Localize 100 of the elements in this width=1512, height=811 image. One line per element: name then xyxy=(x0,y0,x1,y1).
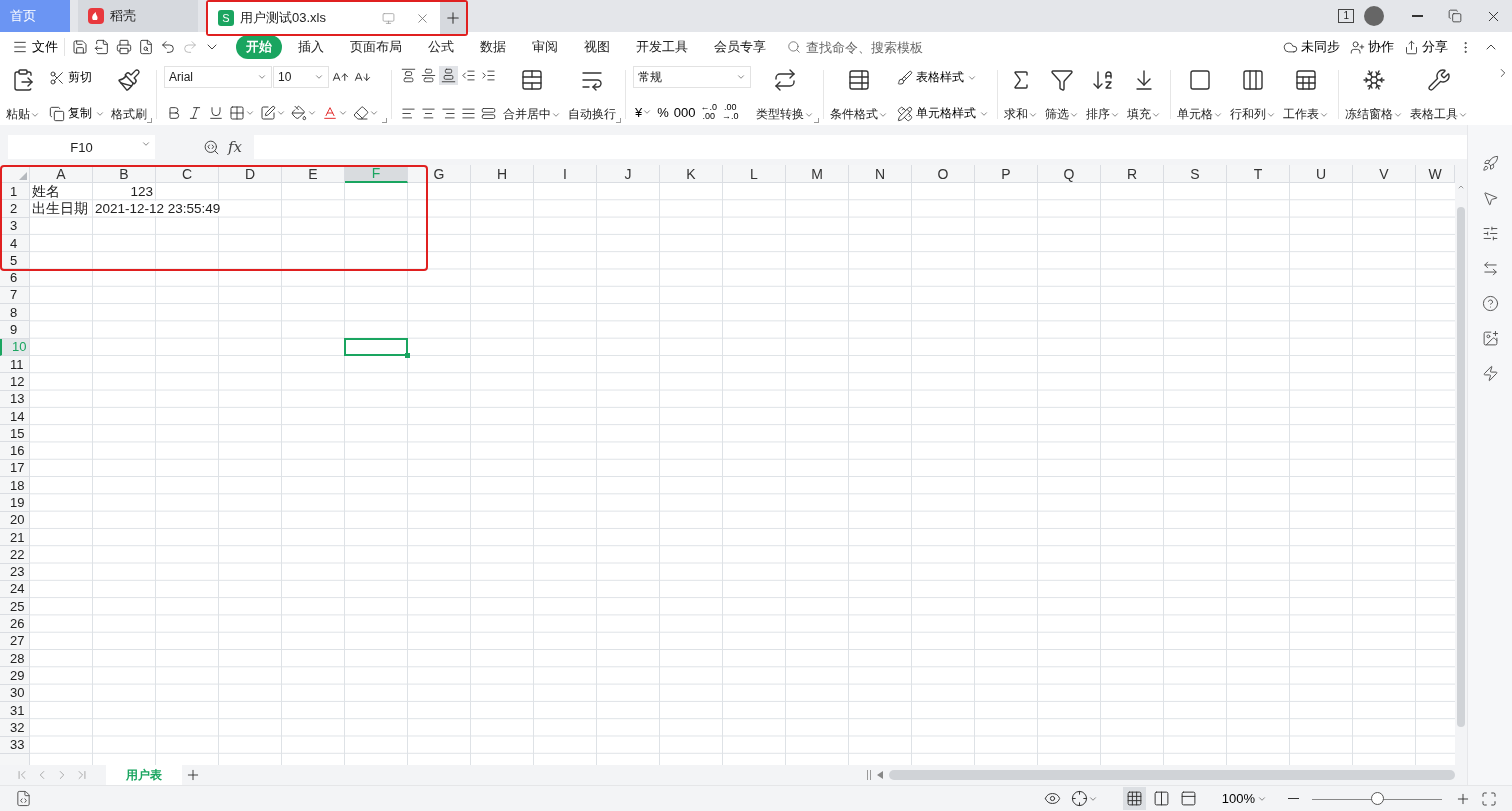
slider-thumb[interactable] xyxy=(1371,791,1384,805)
number-format-select[interactable]: 常规 xyxy=(633,66,751,88)
number-format-button[interactable]: .00 →.0 xyxy=(720,101,741,123)
number-format-button[interactable]: 000 xyxy=(671,102,698,122)
row-header[interactable]: 15 xyxy=(0,425,30,443)
align-button[interactable] xyxy=(419,66,438,85)
window-count[interactable]: 1 xyxy=(1338,9,1354,23)
name-box[interactable]: F10 xyxy=(8,135,155,159)
ribbon-button[interactable]: 自动换行 xyxy=(566,66,618,123)
toolbar-action[interactable]: 分享 xyxy=(1399,38,1453,56)
ribbon-tab[interactable]: 视图 xyxy=(574,35,620,59)
row-header[interactable]: 19 xyxy=(0,494,30,512)
ribbon-button[interactable]: 工作表 xyxy=(1281,66,1331,123)
row-header[interactable]: 5 xyxy=(0,252,30,270)
selected-cell[interactable] xyxy=(344,337,408,356)
column-header[interactable]: I xyxy=(534,165,597,183)
new-tab-button[interactable] xyxy=(440,2,466,34)
row-header[interactable]: 26 xyxy=(0,615,30,633)
row-header[interactable]: 29 xyxy=(0,667,30,685)
sidebar-button[interactable] xyxy=(1481,225,1499,242)
align-button[interactable] xyxy=(399,66,418,85)
ribbon-tab[interactable]: 公式 xyxy=(418,35,464,59)
launcher-icon[interactable] xyxy=(616,118,621,123)
column-header[interactable]: J xyxy=(597,165,660,183)
search-field[interactable]: 查找命令、搜索模板 xyxy=(804,38,954,56)
number-format-button[interactable]: ←.0 .00 xyxy=(698,101,719,123)
ribbon-button[interactable]: 冻结窗格 xyxy=(1343,66,1405,123)
zoom-select[interactable]: 100% xyxy=(1215,790,1273,807)
row-header[interactable]: 1 xyxy=(0,183,30,201)
column-header[interactable]: V xyxy=(1353,165,1416,183)
ribbon-tab[interactable]: 插入 xyxy=(288,35,334,59)
ribbon-button[interactable]: 填充 xyxy=(1125,66,1163,123)
column-header[interactable]: P xyxy=(975,165,1038,183)
ribbon-button[interactable]: 条件格式 xyxy=(828,66,890,123)
ribbon-button[interactable]: 表格工具 xyxy=(1408,66,1470,123)
row-header[interactable]: 8 xyxy=(0,304,30,322)
column-header[interactable]: H xyxy=(471,165,534,183)
ribbon-button[interactable]: 类型转换 xyxy=(754,66,816,123)
ribbon-button[interactable]: 粘贴 xyxy=(4,66,42,123)
column-header[interactable]: O xyxy=(912,165,975,183)
column-header[interactable]: G xyxy=(408,165,471,183)
sidebar-button[interactable] xyxy=(1481,260,1499,277)
scroll-left-icon[interactable] xyxy=(877,771,883,779)
formula-field[interactable] xyxy=(254,135,1467,159)
row-header[interactable]: 16 xyxy=(0,442,30,460)
column-header[interactable]: Q xyxy=(1038,165,1101,183)
row-header[interactable]: 25 xyxy=(0,598,30,616)
ribbon-button[interactable]: 表格样式 xyxy=(895,68,991,87)
launcher-icon[interactable] xyxy=(814,118,819,123)
ribbon-button[interactable]: 格式刷 xyxy=(109,66,149,123)
row-header[interactable]: 28 xyxy=(0,650,30,668)
toolbar-action[interactable]: 未同步 xyxy=(1278,38,1345,56)
ribbon-tab[interactable]: 页面布局 xyxy=(340,35,412,59)
ribbon-button[interactable]: 筛选 xyxy=(1043,66,1081,123)
column-header[interactable]: U xyxy=(1290,165,1353,183)
document-tab[interactable]: S 用户测试03.xls xyxy=(208,2,440,34)
launcher-icon[interactable] xyxy=(147,118,152,123)
column-header[interactable]: M xyxy=(786,165,849,183)
ribbon-button[interactable]: 合并居中 xyxy=(501,66,563,123)
ribbon-button[interactable]: 复制 xyxy=(47,104,107,123)
column-header[interactable]: L xyxy=(723,165,786,183)
column-header[interactable]: T xyxy=(1227,165,1290,183)
launcher-icon[interactable] xyxy=(382,118,387,123)
view-mode-button[interactable] xyxy=(1122,787,1146,810)
sidebar-button[interactable] xyxy=(1481,190,1499,207)
ribbon-button[interactable]: 行和列 xyxy=(1228,66,1278,123)
font-select[interactable]: Arial xyxy=(164,66,272,88)
row-header[interactable]: 2 xyxy=(0,200,30,218)
ribbon-tab[interactable]: 数据 xyxy=(470,35,516,59)
toolbar-action[interactable]: 协作 xyxy=(1345,38,1399,56)
file-menu[interactable]: 文件 xyxy=(8,38,65,56)
ribbon-button[interactable]: 求和 xyxy=(1002,66,1040,123)
column-header[interactable]: W xyxy=(1416,165,1455,183)
splitter-handle[interactable] xyxy=(867,770,871,780)
font-size-select[interactable]: 10 xyxy=(273,66,329,88)
align-button[interactable] xyxy=(439,66,458,85)
row-header[interactable]: 32 xyxy=(0,719,30,737)
ribbon-tab[interactable]: 开发工具 xyxy=(626,35,698,59)
ribbon-tab[interactable]: 会员专享 xyxy=(704,35,776,59)
scroll-up-icon[interactable] xyxy=(1457,183,1465,191)
zoom-icon[interactable] xyxy=(203,138,220,156)
row-header[interactable]: 12 xyxy=(0,373,30,391)
column-header[interactable]: K xyxy=(660,165,723,183)
avatar[interactable] xyxy=(1364,6,1384,26)
scrollbar-thumb[interactable] xyxy=(1457,207,1465,727)
sidebar-button[interactable] xyxy=(1481,155,1499,172)
row-header[interactable]: 18 xyxy=(0,477,30,495)
sidebar-button[interactable] xyxy=(1481,330,1499,347)
sidebar-button[interactable] xyxy=(1481,365,1499,382)
row-header[interactable]: 22 xyxy=(0,546,30,564)
ribbon-button[interactable]: 排序 xyxy=(1084,66,1122,123)
help-button[interactable] xyxy=(1481,295,1499,312)
function-label[interactable]: fx xyxy=(228,138,242,156)
row-header[interactable]: 9 xyxy=(0,321,30,339)
scrollbar-thumb[interactable] xyxy=(889,770,1455,780)
column-header[interactable]: N xyxy=(849,165,912,183)
column-header[interactable]: R xyxy=(1101,165,1164,183)
ribbon-button[interactable]: 剪切 xyxy=(47,68,107,87)
document-tab[interactable]: 稻壳 xyxy=(78,0,198,32)
column-header[interactable]: S xyxy=(1164,165,1227,183)
